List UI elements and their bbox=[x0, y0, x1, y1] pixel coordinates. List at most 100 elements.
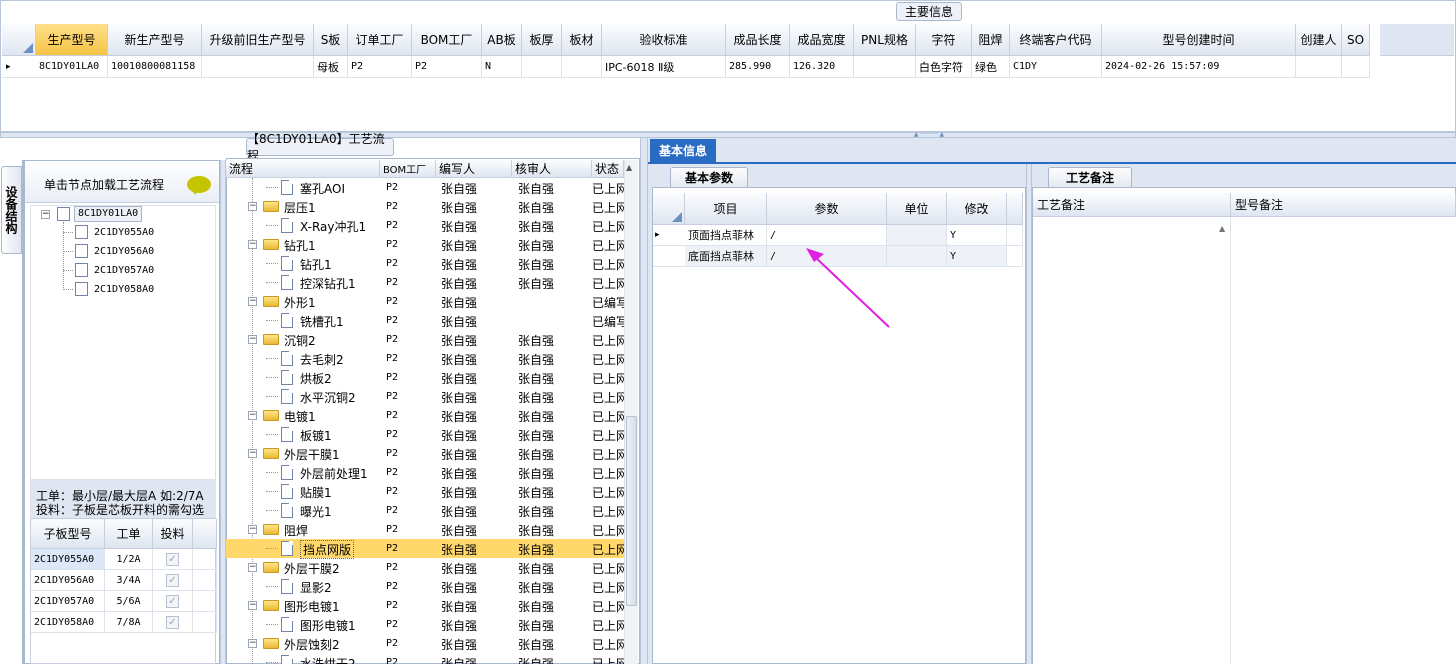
basic-info-tab[interactable]: 基本信息 bbox=[650, 139, 716, 162]
main-cell[interactable]: 285.990 bbox=[726, 56, 790, 78]
tree-collapse-icon[interactable]: − bbox=[248, 411, 257, 420]
main-col-header[interactable]: 型号创建时间 bbox=[1102, 24, 1296, 56]
main-cell[interactable] bbox=[522, 56, 562, 78]
params-col-header[interactable]: 参数 bbox=[767, 193, 887, 225]
main-cell[interactable] bbox=[854, 56, 916, 78]
sub-order-cell[interactable]: 1/2A bbox=[105, 549, 153, 570]
sub-col-header[interactable]: 子板型号 bbox=[31, 519, 105, 549]
params-col-header[interactable]: 修改 bbox=[947, 193, 1007, 225]
main-cell[interactable]: 白色字符 bbox=[916, 56, 972, 78]
main-col-header[interactable]: 板材 bbox=[562, 24, 602, 56]
process-row[interactable]: − 阻焊 P2 张自强 张自强 已上网 bbox=[226, 520, 624, 539]
main-cell[interactable]: 10010800081158 bbox=[108, 56, 202, 78]
sub-feed-cell[interactable]: ✓ bbox=[153, 570, 193, 591]
tree-collapse-icon[interactable]: − bbox=[248, 335, 257, 344]
process-row[interactable]: 挡点网版 P2 张自强 张自强 已上网 bbox=[226, 539, 624, 559]
main-cell[interactable]: 2024-02-26 15:57:09 bbox=[1102, 56, 1296, 78]
tree-root-node[interactable]: 8C1DY01LA0 bbox=[74, 206, 143, 222]
sub-col-header[interactable]: 投料 bbox=[153, 519, 193, 549]
main-col-header[interactable]: 创建人 bbox=[1296, 24, 1342, 56]
process-row[interactable]: − 外层蚀刻2 P2 张自强 张自强 已上网 bbox=[226, 634, 624, 653]
main-cell[interactable]: P2 bbox=[412, 56, 482, 78]
remark-scroll-up-icon[interactable]: ▲ bbox=[1219, 224, 1225, 233]
tree-collapse-icon[interactable]: − bbox=[41, 210, 50, 219]
main-cell[interactable] bbox=[562, 56, 602, 78]
process-col-header[interactable]: 核审人 bbox=[512, 160, 592, 178]
process-row[interactable]: − 电镀1 P2 张自强 张自强 已上网 bbox=[226, 406, 624, 425]
main-col-header[interactable]: 订单工厂 bbox=[348, 24, 412, 56]
process-row[interactable]: − 外层干膜2 P2 张自强 张自强 已上网 bbox=[226, 558, 624, 577]
main-col-header[interactable]: SO bbox=[1342, 24, 1370, 56]
tree-collapse-icon[interactable]: − bbox=[248, 639, 257, 648]
tree-child-node[interactable]: 2C1DY058A0 bbox=[94, 282, 154, 297]
main-cell[interactable]: 8C1DY01LA0 bbox=[36, 56, 108, 78]
param-modify-cell[interactable]: Y bbox=[947, 246, 1007, 267]
main-col-header[interactable]: 阻焊 bbox=[972, 24, 1010, 56]
process-row[interactable]: − 钻孔1 P2 张自强 张自强 已上网 bbox=[226, 235, 624, 254]
main-col-header[interactable]: 成品长度 bbox=[726, 24, 790, 56]
sub-model-cell[interactable]: 2C1DY056A0 bbox=[31, 570, 105, 591]
process-remark-box[interactable] bbox=[1033, 217, 1231, 664]
main-col-header[interactable]: PNL规格 bbox=[854, 24, 916, 56]
main-cell[interactable]: N bbox=[482, 56, 522, 78]
main-cell[interactable] bbox=[1342, 56, 1370, 78]
param-item-cell[interactable]: 顶面挡点菲林 bbox=[685, 225, 767, 246]
main-col-header[interactable]: 升级前旧生产型号 bbox=[202, 24, 314, 56]
process-row[interactable]: − 层压1 P2 张自强 张自强 已上网 bbox=[226, 197, 624, 216]
tree-collapse-icon[interactable]: − bbox=[248, 563, 257, 572]
feed-checkbox[interactable]: ✓ bbox=[166, 552, 179, 566]
sub-feed-cell[interactable]: ✓ bbox=[153, 612, 193, 633]
params-col-header[interactable]: 项目 bbox=[685, 193, 767, 225]
main-cell[interactable]: IPC-6018 Ⅱ级 bbox=[602, 56, 726, 78]
main-col-header[interactable]: 验收标准 bbox=[602, 24, 726, 56]
tree-child-node[interactable]: 2C1DY055A0 bbox=[94, 225, 154, 240]
main-col-header[interactable]: 新生产型号 bbox=[108, 24, 202, 56]
sub-feed-cell[interactable]: ✓ bbox=[153, 591, 193, 612]
tree-collapse-icon[interactable]: − bbox=[248, 240, 257, 249]
process-row[interactable]: X-Ray冲孔1 P2 张自强 张自强 已上网 bbox=[226, 216, 624, 235]
device-structure-tab[interactable]: 设备结构 bbox=[1, 166, 22, 254]
basic-params-tab[interactable]: 基本参数 bbox=[670, 167, 748, 187]
process-row[interactable]: − 外层干膜1 P2 张自强 张自强 已上网 bbox=[226, 444, 624, 463]
tree-collapse-icon[interactable]: − bbox=[248, 525, 257, 534]
sub-order-cell[interactable]: 5/6A bbox=[105, 591, 153, 612]
model-remark-box[interactable] bbox=[1231, 217, 1456, 664]
process-remark-tab[interactable]: 工艺备注 bbox=[1048, 167, 1132, 187]
sub-model-cell[interactable]: 2C1DY055A0 bbox=[31, 549, 105, 570]
main-cell[interactable]: 绿色 bbox=[972, 56, 1010, 78]
main-col-header[interactable]: 成品宽度 bbox=[790, 24, 854, 56]
process-row[interactable]: 控深钻孔1 P2 张自强 张自强 已上网 bbox=[226, 273, 624, 292]
tree-collapse-icon[interactable]: − bbox=[248, 297, 257, 306]
scroll-thumb[interactable] bbox=[626, 416, 637, 606]
process-row[interactable]: 曝光1 P2 张自强 张自强 已上网 bbox=[226, 501, 624, 520]
main-cell[interactable]: 126.320 bbox=[790, 56, 854, 78]
main-cell[interactable]: P2 bbox=[348, 56, 412, 78]
process-col-header[interactable]: BOM工厂 bbox=[380, 160, 436, 178]
tree-collapse-icon[interactable]: − bbox=[248, 601, 257, 610]
scroll-up-icon[interactable]: ▲ bbox=[626, 163, 632, 172]
param-modify-cell[interactable]: Y bbox=[947, 225, 1007, 246]
sub-feed-cell[interactable]: ✓ bbox=[153, 549, 193, 570]
param-item-cell[interactable]: 底面挡点菲林 bbox=[685, 246, 767, 267]
main-col-header[interactable]: BOM工厂 bbox=[412, 24, 482, 56]
feed-checkbox[interactable]: ✓ bbox=[166, 573, 179, 587]
sub-col-header[interactable]: 工单 bbox=[105, 519, 153, 549]
main-cell[interactable] bbox=[1296, 56, 1342, 78]
process-row[interactable]: 钻孔1 P2 张自强 张自强 已上网 bbox=[226, 254, 624, 273]
main-col-header[interactable]: 生产型号 bbox=[36, 24, 108, 56]
process-row[interactable]: 去毛刺2 P2 张自强 张自强 已上网 bbox=[226, 349, 624, 368]
main-grid-corner[interactable] bbox=[2, 24, 36, 56]
process-row[interactable]: 板镀1 P2 张自强 张自强 已上网 bbox=[226, 425, 624, 444]
main-col-header[interactable]: AB板 bbox=[482, 24, 522, 56]
process-row[interactable]: 水洗烘干2 P2 张自强 张自强 已上网 bbox=[226, 653, 624, 664]
params-col-header[interactable]: 单位 bbox=[887, 193, 947, 225]
main-cell[interactable] bbox=[202, 56, 314, 78]
process-row[interactable]: 图形电镀1 P2 张自强 张自强 已上网 bbox=[226, 615, 624, 634]
main-col-header[interactable]: 字符 bbox=[916, 24, 972, 56]
process-row[interactable]: − 外形1 P2 张自强 已编写 bbox=[226, 292, 624, 311]
tree-child-node[interactable]: 2C1DY056A0 bbox=[94, 244, 154, 259]
tree-collapse-icon[interactable]: − bbox=[248, 449, 257, 458]
main-col-header[interactable]: S板 bbox=[314, 24, 348, 56]
feed-checkbox[interactable]: ✓ bbox=[166, 594, 179, 608]
process-row[interactable]: − 图形电镀1 P2 张自强 张自强 已上网 bbox=[226, 596, 624, 615]
